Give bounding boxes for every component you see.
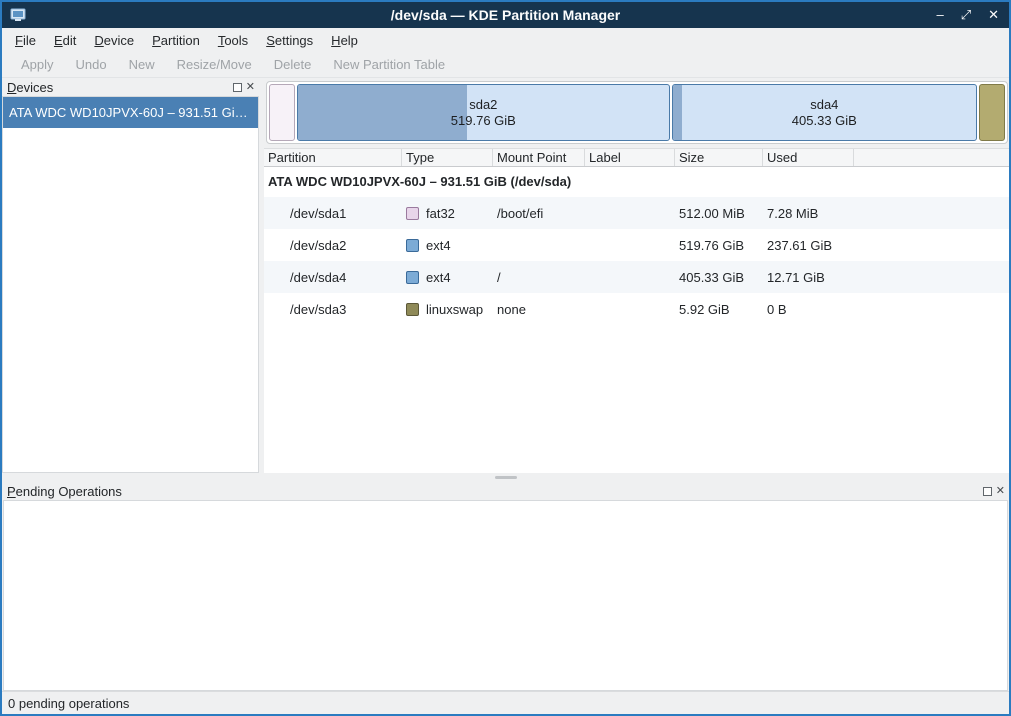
segment-size-label: 405.33 GiB: [792, 113, 857, 129]
used-space-fill: [673, 85, 682, 140]
menu-help[interactable]: Help: [322, 30, 367, 51]
cell-size: 512.00 MiB: [675, 206, 763, 221]
cell-size: 519.76 GiB: [675, 238, 763, 253]
cell-partition: /dev/sda1: [264, 206, 402, 221]
partition-segment-sda1[interactable]: [269, 84, 295, 141]
column-header-filler: [854, 149, 1009, 166]
menu-edit[interactable]: Edit: [45, 30, 85, 51]
fs-color-swatch: [406, 271, 419, 284]
partition-bar: sda2 519.76 GiB sda4 405.33 GiB: [266, 81, 1008, 144]
toolbar-resize-move-button[interactable]: Resize/Move: [166, 53, 263, 76]
cell-mount-point: /: [493, 270, 585, 285]
cell-size: 5.92 GiB: [675, 302, 763, 317]
device-list-item[interactable]: ATA WDC WD10JPVX-60J – 931.51 GiB (/dev/…: [3, 97, 258, 128]
cell-size: 405.33 GiB: [675, 270, 763, 285]
content-area: sda2 519.76 GiB sda4 405.33 GiB Partitio…: [264, 78, 1009, 473]
window-title: /dev/sda — KDE Partition Manager: [2, 7, 1009, 23]
partition-segment-sda3[interactable]: [979, 84, 1005, 141]
device-group-header[interactable]: ATA WDC WD10JPVX-60J – 931.51 GiB (/dev/…: [264, 167, 1009, 197]
fs-type-label: ext4: [426, 270, 451, 285]
cell-mount-point: /boot/efi: [493, 206, 585, 221]
table-row[interactable]: /dev/sda2 ext4 519.76 GiB 237.61 GiB: [264, 229, 1009, 261]
cell-type: fat32: [402, 206, 493, 221]
toolbar-new-button[interactable]: New: [118, 53, 166, 76]
cell-type: ext4: [402, 238, 493, 253]
menu-file[interactable]: File: [6, 30, 45, 51]
cell-partition: /dev/sda2: [264, 238, 402, 253]
menu-settings[interactable]: Settings: [257, 30, 322, 51]
statusbar: 0 pending operations: [2, 691, 1009, 714]
cell-partition: /dev/sda4: [264, 270, 402, 285]
cell-mount-point: none: [493, 302, 585, 317]
cell-used: 7.28 MiB: [763, 206, 854, 221]
pending-operations-header: Pending Operations ✕: [2, 482, 1009, 500]
column-header-label[interactable]: Label: [585, 149, 675, 166]
pending-operations-count: 0 pending operations: [8, 696, 129, 711]
menu-device[interactable]: Device: [85, 30, 143, 51]
fs-color-swatch: [406, 207, 419, 220]
fs-color-swatch: [406, 303, 419, 316]
cell-partition: /dev/sda3: [264, 302, 402, 317]
app-icon[interactable]: [10, 8, 26, 22]
column-header-used[interactable]: Used: [763, 149, 854, 166]
menubar: File Edit Device Partition Tools Setting…: [2, 28, 1009, 52]
cell-used: 12.71 GiB: [763, 270, 854, 285]
column-header-size[interactable]: Size: [675, 149, 763, 166]
table-header-row: Partition Type Mount Point Label Size Us…: [264, 148, 1009, 167]
partition-segment-sda2[interactable]: sda2 519.76 GiB: [297, 84, 670, 141]
splitter-grip-icon: [495, 476, 517, 479]
cell-used: 237.61 GiB: [763, 238, 854, 253]
dock-close-icon[interactable]: ✕: [246, 82, 255, 93]
dock-float-icon[interactable]: [233, 83, 242, 92]
pending-operations-title: Pending Operations: [7, 484, 122, 499]
fs-color-swatch: [406, 239, 419, 252]
devices-panel-header: Devices ✕: [2, 78, 259, 96]
minimize-icon[interactable]: –: [936, 8, 943, 22]
cell-type: ext4: [402, 270, 493, 285]
toolbar-delete-button[interactable]: Delete: [263, 53, 323, 76]
cell-used: 0 B: [763, 302, 854, 317]
column-header-partition[interactable]: Partition: [264, 149, 402, 166]
column-header-mount-point[interactable]: Mount Point: [493, 149, 585, 166]
column-header-type[interactable]: Type: [402, 149, 493, 166]
main-area: Devices ✕ ATA WDC WD10JPVX-60J – 931.51 …: [2, 78, 1009, 473]
fs-type-label: ext4: [426, 238, 451, 253]
segment-name-label: sda2: [469, 97, 497, 113]
table-row[interactable]: /dev/sda1 fat32 /boot/efi 512.00 MiB 7.2…: [264, 197, 1009, 229]
kde-partition-manager-window: /dev/sda — KDE Partition Manager – ⤢ ✕ F…: [0, 0, 1011, 716]
toolbar: Apply Undo New Resize/Move Delete New Pa…: [2, 52, 1009, 78]
menu-tools[interactable]: Tools: [209, 30, 257, 51]
fs-type-label: fat32: [426, 206, 455, 221]
toolbar-apply-button[interactable]: Apply: [10, 53, 65, 76]
devices-panel-title: Devices: [7, 80, 53, 95]
partition-segment-sda4[interactable]: sda4 405.33 GiB: [672, 84, 977, 141]
dock-float-icon[interactable]: [983, 487, 992, 496]
cell-type: linuxswap: [402, 302, 493, 317]
toolbar-new-partition-table-button[interactable]: New Partition Table: [322, 53, 456, 76]
dock-close-icon[interactable]: ✕: [996, 486, 1005, 497]
table-row[interactable]: /dev/sda3 linuxswap none 5.92 GiB 0 B: [264, 293, 1009, 325]
segment-name-label: sda4: [810, 97, 838, 113]
maximize-icon[interactable]: ⤢: [961, 8, 971, 22]
devices-panel: Devices ✕ ATA WDC WD10JPVX-60J – 931.51 …: [2, 78, 259, 473]
horizontal-splitter[interactable]: [2, 473, 1009, 482]
partition-table: Partition Type Mount Point Label Size Us…: [264, 148, 1009, 473]
close-icon[interactable]: ✕: [988, 8, 999, 22]
table-row[interactable]: /dev/sda4 ext4 / 405.33 GiB 12.71 GiB: [264, 261, 1009, 293]
device-list: ATA WDC WD10JPVX-60J – 931.51 GiB (/dev/…: [2, 96, 259, 473]
segment-size-label: 519.76 GiB: [451, 113, 516, 129]
fs-type-label: linuxswap: [426, 302, 483, 317]
menu-partition[interactable]: Partition: [143, 30, 209, 51]
used-space-fill: [298, 85, 467, 140]
titlebar: /dev/sda — KDE Partition Manager – ⤢ ✕: [2, 2, 1009, 28]
toolbar-undo-button[interactable]: Undo: [65, 53, 118, 76]
table-empty-area: [264, 325, 1009, 473]
pending-operations-list: [3, 500, 1008, 691]
